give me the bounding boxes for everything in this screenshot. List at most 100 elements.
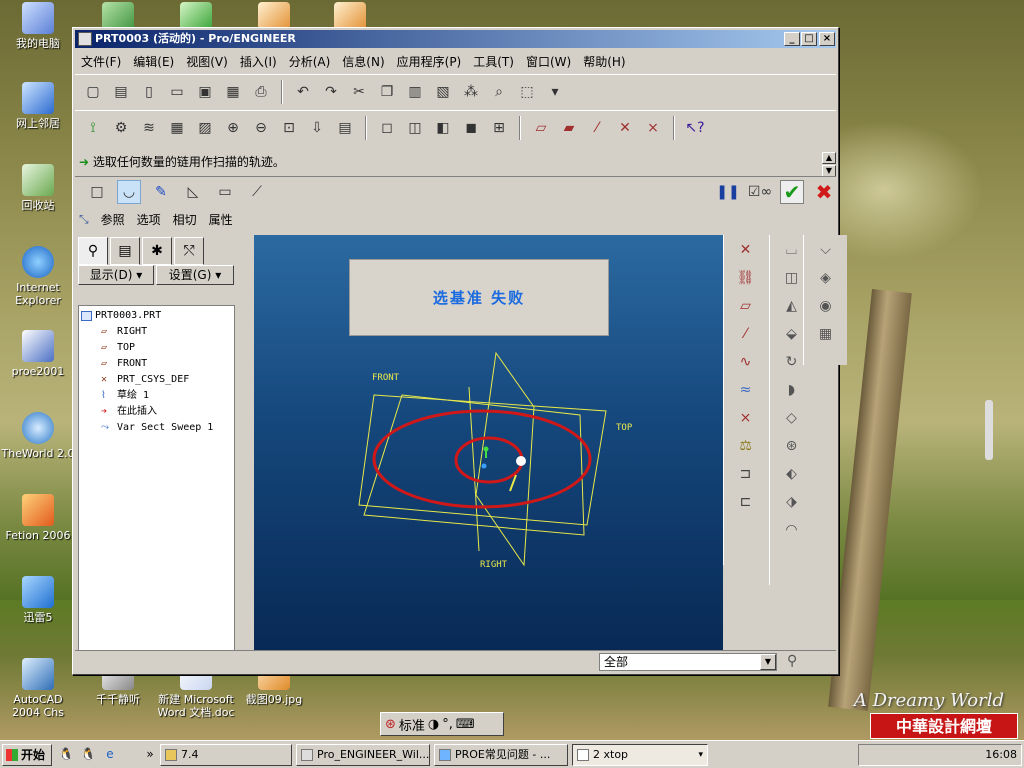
tree-item[interactable]: ➔ 在此插入 — [79, 404, 234, 420]
merge-icon[interactable]: ⬗ — [777, 489, 807, 515]
desktop-icon-fetion[interactable]: Fetion 2006 — [0, 494, 76, 542]
cancel-icon[interactable]: ✖ — [812, 180, 836, 204]
view-manager-icon[interactable]: ▦ — [165, 116, 189, 140]
reorient-icon[interactable]: ⇩ — [305, 116, 329, 140]
context-help-icon[interactable]: ↖? — [683, 116, 707, 140]
message-scroll-up[interactable]: ▲ — [822, 152, 836, 164]
feature-tool-2-icon[interactable]: ⊏ — [731, 489, 761, 515]
round-icon[interactable]: ◗ — [777, 377, 807, 403]
status-light-icon[interactable]: ⚲ — [787, 653, 797, 669]
datum-plane-tool-icon[interactable]: ▱ — [731, 293, 761, 319]
task-proe[interactable]: Pro_ENGINEER_Wil... — [296, 744, 430, 766]
task-ie[interactable]: PROE常见问题 - ... — [434, 744, 568, 766]
datum-point-display-icon[interactable]: ⁄ — [585, 116, 609, 140]
tree-item[interactable]: ▱ FRONT — [79, 356, 234, 372]
table-icon[interactable]: ▦ — [811, 321, 841, 347]
relations-icon[interactable]: ⟟ — [81, 116, 105, 140]
select-box-icon[interactable]: ⬚ — [515, 80, 539, 104]
zoom-in-icon[interactable]: ⊕ — [221, 116, 245, 140]
filter-dropdown-icon[interactable]: ▼ — [760, 654, 776, 670]
tree-item[interactable]: ⤳ Var Sect Sweep 1 — [79, 420, 234, 436]
blend-icon[interactable]: ◉ — [811, 293, 841, 319]
ie-quick-icon[interactable]: e — [102, 746, 118, 762]
desktop-icon-autocad[interactable]: AutoCAD 2004 Chs — [0, 658, 76, 719]
zoom-out-icon[interactable]: ⊖ — [249, 116, 273, 140]
trim-icon[interactable]: ⟋ — [245, 180, 269, 204]
page-icon[interactable]: ▯ — [137, 80, 161, 104]
graphics-viewport[interactable]: FRONT TOP RIGHT 选基准 失败 — [254, 235, 723, 650]
paste-icon[interactable]: ▥ — [403, 80, 427, 104]
menu-info[interactable]: 信息(N) — [342, 53, 384, 70]
ok-icon[interactable]: ✔ — [780, 179, 804, 204]
desktop-icon-my-computer[interactable]: 我的电脑 — [0, 2, 76, 50]
tab-references[interactable]: 参照 — [101, 211, 125, 228]
sketch-edit-icon[interactable]: ✎ — [149, 180, 173, 204]
tree-root[interactable]: PRT0003.PRT — [79, 308, 234, 324]
rib-icon[interactable]: ⬙ — [777, 321, 807, 347]
qq-icon[interactable]: 🐧 — [58, 746, 74, 762]
new-icon[interactable]: ▢ — [81, 80, 105, 104]
clock[interactable]: 16:08 — [985, 748, 1017, 761]
datum-plane-display-icon[interactable]: ▱ — [529, 116, 553, 140]
open-icon[interactable]: ▤ — [109, 80, 133, 104]
tab-options[interactable]: 选项 — [137, 211, 161, 228]
hole-icon[interactable]: ◫ — [777, 265, 807, 291]
repaint-icon[interactable]: ▨ — [193, 116, 217, 140]
model-tree-tab[interactable]: ⚲ — [78, 237, 108, 265]
save-icon[interactable]: ▣ — [193, 80, 217, 104]
tree-item[interactable]: ✕ PRT_CSYS_DEF — [79, 372, 234, 388]
title-bar[interactable]: PRT0003 (活动的) - Pro/ENGINEER _ □ × — [75, 30, 836, 48]
print-icon[interactable]: ⎙ — [249, 80, 273, 104]
revolve-icon[interactable]: ⌵ — [811, 237, 841, 263]
folder-icon[interactable]: ▭ — [165, 80, 189, 104]
qq2-icon[interactable]: 🐧 — [80, 746, 96, 762]
show-dropdown[interactable]: 显示(D) ▾ — [78, 265, 154, 285]
settings-dropdown[interactable]: 设置(G) ▾ — [156, 265, 234, 285]
save-copy-icon[interactable]: ▦ — [221, 80, 245, 104]
csys-tool-icon[interactable]: ⨯ — [731, 405, 761, 431]
minimize-button[interactable]: _ — [784, 32, 800, 46]
datum-axis-display-icon[interactable]: ▰ — [557, 116, 581, 140]
extrude-icon[interactable]: ⌴ — [777, 237, 807, 263]
tree-item[interactable]: ⌇ 草绘 1 — [79, 388, 234, 404]
desktop-icon-network[interactable]: 网上邻居 — [0, 82, 76, 130]
pattern-icon[interactable]: ⊛ — [777, 433, 807, 459]
trim-tool-icon[interactable]: ◠ — [777, 517, 807, 543]
cut-icon[interactable]: ✂ — [347, 80, 371, 104]
find-icon[interactable]: ⌕ — [487, 80, 511, 104]
sweep-tool-icon[interactable]: ◈ — [811, 265, 841, 291]
datum-line-tool-icon[interactable]: ⁄ — [731, 321, 761, 347]
tree-item[interactable]: ▱ TOP — [79, 340, 234, 356]
folder-browser-tab[interactable]: ▤ — [110, 237, 140, 265]
task-folder[interactable]: 7.4 — [160, 744, 292, 766]
saved-views-icon[interactable]: ▤ — [333, 116, 357, 140]
model-tree-settings-icon[interactable]: ⚙ — [109, 116, 133, 140]
analysis-tool-icon[interactable]: ⚖ — [731, 433, 761, 459]
thicken-icon[interactable]: ▭ — [213, 180, 237, 204]
ime-mode[interactable]: 标准 — [399, 715, 425, 734]
mirror-icon[interactable]: ⬖ — [777, 461, 807, 487]
desktop-icon-ie[interactable]: Internet Explorer — [0, 246, 76, 307]
copy-icon[interactable]: ❐ — [375, 80, 399, 104]
menu-window[interactable]: 窗口(W) — [526, 53, 571, 70]
favorites-tab[interactable]: ✱ — [142, 237, 172, 265]
desktop-icon-thunder[interactable]: 迅雷5 — [0, 576, 76, 624]
maximize-button[interactable]: □ — [801, 32, 817, 46]
menu-help[interactable]: 帮助(H) — [583, 53, 625, 70]
datum-axis-tool-icon[interactable]: ⛓ — [731, 265, 761, 291]
paste-special-icon[interactable]: ▧ — [431, 80, 455, 104]
csys-display-icon[interactable]: ⨯ — [641, 116, 665, 140]
preview-icon[interactable]: ☑∞ — [748, 180, 772, 204]
tab-tangency[interactable]: 相切 — [173, 211, 197, 228]
datum-curve-tool-icon[interactable]: ∿ — [731, 349, 761, 375]
model-display-icon[interactable]: ⊞ — [487, 116, 511, 140]
feature-tool-1-icon[interactable]: ⊐ — [731, 461, 761, 487]
desktop-icon-recycle-bin[interactable]: 回收站 — [0, 164, 76, 212]
task-xtop[interactable]: 2 xtop ▾ — [572, 744, 708, 766]
wireframe-icon[interactable]: ◻ — [375, 116, 399, 140]
ime-halfwidth-icon[interactable]: ◑ — [428, 717, 439, 732]
pause-icon[interactable]: ❚❚ — [716, 180, 740, 204]
ime-keyboard-icon[interactable]: ⌨ — [456, 717, 475, 732]
menu-applications[interactable]: 应用程序(P) — [397, 53, 462, 70]
datum-point-tool-icon[interactable]: ✕ — [731, 237, 761, 263]
